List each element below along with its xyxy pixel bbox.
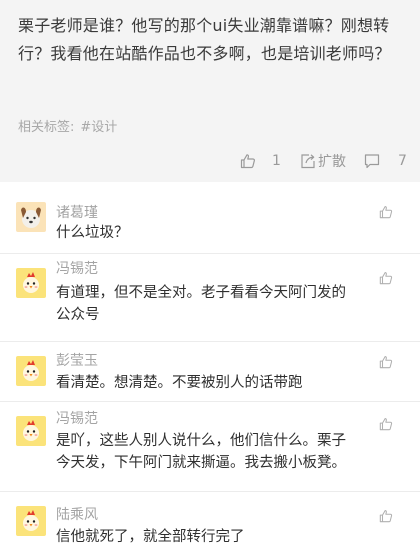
thumbs-up-icon[interactable]: [379, 508, 393, 523]
post-text: 栗子老师是谁？他写的那个ui失业潮靠谱嘛？刚想转行？我看他在站酷作品也不多啊，也…: [18, 16, 391, 63]
dog-avatar[interactable]: [16, 202, 46, 232]
comment-author[interactable]: 冯锡范: [56, 408, 98, 428]
comment-button[interactable]: 7: [364, 150, 407, 172]
share-label: 扩散: [318, 154, 346, 170]
chicken-avatar[interactable]: [16, 506, 46, 536]
comment-text: 什么垃圾？: [56, 225, 129, 241]
comment-author[interactable]: 彭莹玉: [56, 350, 98, 370]
thumbs-up-icon[interactable]: [379, 354, 393, 369]
thumbs-up-icon[interactable]: [379, 204, 393, 219]
thumbs-up-icon[interactable]: [379, 416, 393, 431]
comment-text: 是吖，这些人别人说什么，他们信什么。栗子今天发，下午阿门就来撕逼。我去搬小板凳。: [56, 433, 346, 471]
thumbs-up-icon: [240, 153, 256, 169]
post-card: 栗子老师是谁？他写的那个ui失业潮靠谱嘛？刚想转行？我看他在站酷作品也不多啊，也…: [0, 0, 420, 182]
share-icon: [300, 153, 316, 169]
comment-count: 7: [398, 153, 407, 169]
chicken-avatar[interactable]: [16, 356, 46, 386]
comment-item: 陆乘风 信他就死了，就全部转行完了: [0, 492, 420, 560]
tags-label: 相关标签:: [18, 120, 75, 135]
tag-design[interactable]: #设计: [80, 120, 117, 135]
speech-bubble-icon: [364, 153, 380, 169]
comment-author[interactable]: 冯锡范: [56, 258, 98, 278]
comment-author[interactable]: 诸葛瑾: [56, 202, 98, 222]
comment-item: 彭莹玉 看清楚。想清楚。不要被别人的话带跑: [0, 342, 420, 402]
comment-text: 有道理，但不是全对。老子看看今天阿门发的公众号: [56, 285, 346, 323]
comment-item: 冯锡范 是吖，这些人别人说什么，他们信什么。栗子今天发，下午阿门就来撕逼。我去搬…: [0, 402, 420, 492]
share-button[interactable]: 扩散: [300, 150, 346, 172]
tags-row: 相关标签: #设计: [18, 116, 117, 135]
like-count: 1: [272, 153, 281, 169]
comment-text: 信他就死了，就全部转行完了: [56, 529, 245, 545]
comment-item: 冯锡范 有道理，但不是全对。老子看看今天阿门发的公众号: [0, 254, 420, 342]
thumbs-up-icon[interactable]: [379, 270, 393, 285]
comment-author[interactable]: 陆乘风: [56, 504, 98, 524]
comment-list: 诸葛瑾 什么垃圾？ 冯锡范 有道理，但不是全对。老子看看今天阿门发的公众号 彭莹…: [0, 190, 420, 560]
comment-item: 诸葛瑾 什么垃圾？: [0, 190, 420, 254]
chicken-avatar[interactable]: [16, 416, 46, 446]
chicken-avatar[interactable]: [16, 268, 46, 298]
comment-text: 看清楚。想清楚。不要被别人的话带跑: [56, 375, 303, 391]
like-button[interactable]: 1: [240, 150, 281, 172]
